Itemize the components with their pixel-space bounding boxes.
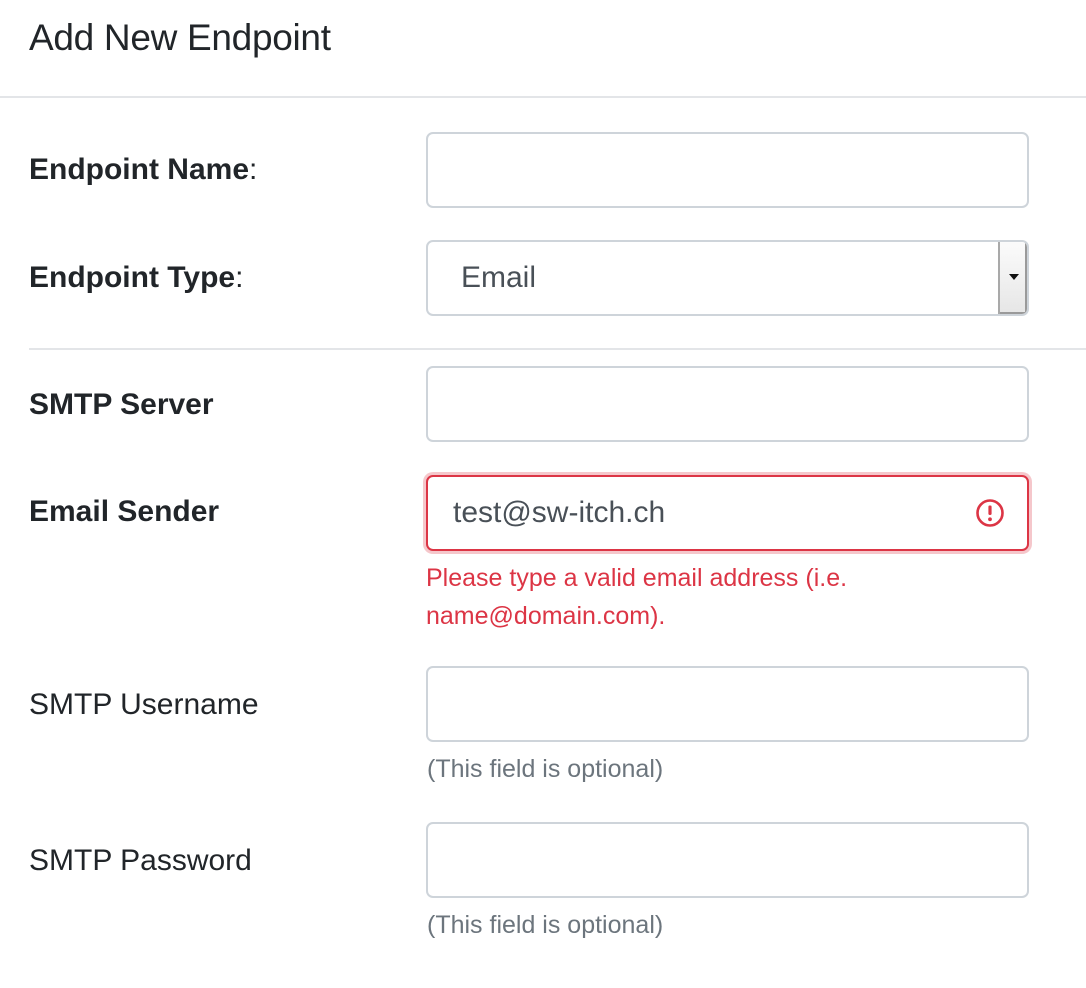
smtp-password-help-text: (This field is optional): [427, 911, 664, 939]
smtp-username-help-text: (This field is optional): [427, 755, 664, 783]
endpoint-type-label-colon: :: [235, 261, 244, 294]
exclamation-circle-icon: [976, 499, 1004, 527]
endpoint-type-label-text: Endpoint Type: [29, 261, 236, 294]
smtp-server-label: SMTP Server: [29, 385, 214, 425]
endpoint-name-input[interactable]: [426, 132, 1029, 208]
endpoint-type-selected-value: Email: [461, 261, 537, 294]
endpoint-name-label-text: Endpoint Name: [29, 153, 250, 186]
smtp-password-label: SMTP Password: [29, 844, 252, 877]
section-divider: [29, 348, 1086, 350]
email-sender-label: Email Sender: [29, 492, 219, 532]
smtp-username-label: SMTP Username: [29, 688, 259, 721]
email-sender-error-message: Please type a valid email address (i.e. …: [426, 564, 848, 630]
endpoint-type-label: Endpoint Type:: [29, 258, 243, 298]
endpoint-type-select[interactable]: Email: [426, 240, 1029, 316]
caret-down-icon: [1009, 274, 1019, 280]
modal-header: Add New Endpoint: [0, 0, 1086, 98]
smtp-password-input[interactable]: [426, 822, 1029, 898]
smtp-server-input[interactable]: [426, 366, 1029, 442]
page-title: Add New Endpoint: [29, 17, 331, 58]
endpoint-name-label: Endpoint Name:: [29, 150, 257, 190]
email-sender-label-text: Email Sender: [29, 495, 220, 528]
smtp-username-input[interactable]: [426, 666, 1029, 742]
select-dropdown-button[interactable]: [998, 242, 1027, 314]
smtp-server-label-text: SMTP Server: [29, 388, 214, 421]
email-sender-input[interactable]: [426, 475, 1029, 551]
endpoint-name-label-colon: :: [249, 153, 258, 186]
